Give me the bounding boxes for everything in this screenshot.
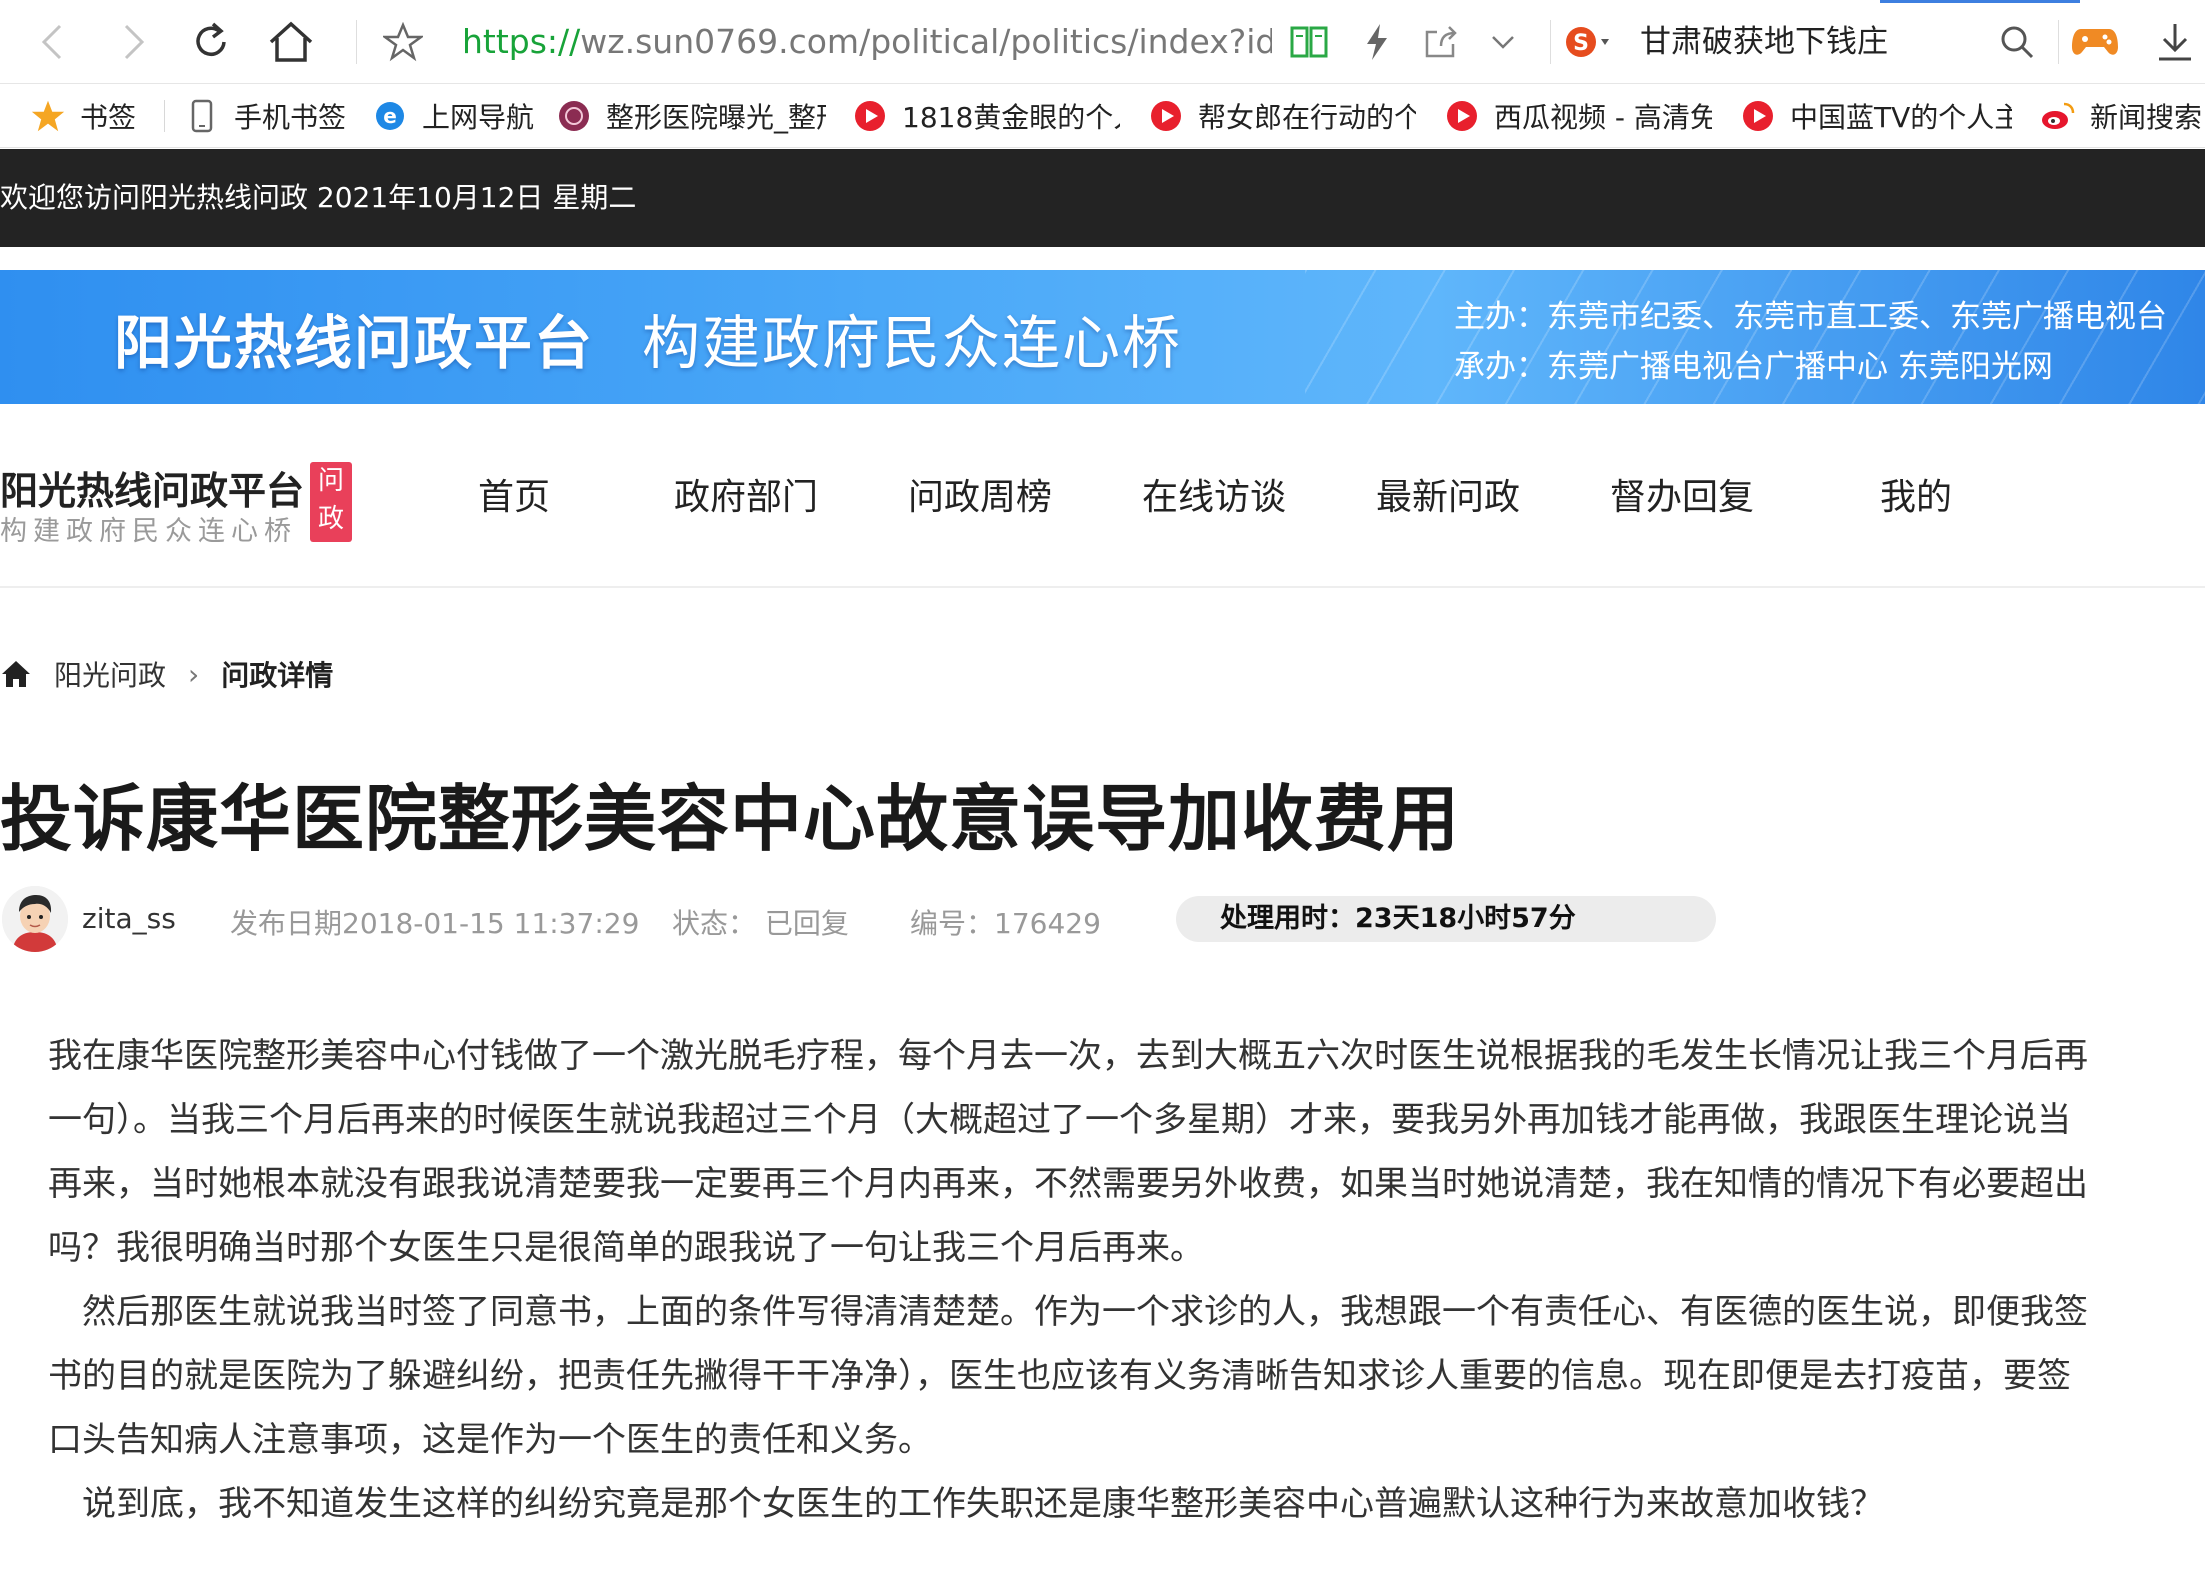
address-bar[interactable]: https://wz.sun0769.com/political/politic… [462,18,1272,66]
reader-mode-icon[interactable] [1284,17,1334,67]
video-play-icon [1444,98,1480,134]
breadcrumb-current: 问政详情 [221,659,334,692]
video-play-icon [1148,98,1184,134]
url-path: wz.sun0769.com/political/politics/index?… [580,22,1272,61]
header-banner: 阳光热线问政平台 构建政府民众连心桥 主办：东莞市纪委、东莞市直工委、东莞广播电视… [0,270,2205,404]
tab-accent-line [1880,0,2080,3]
video-play-icon [852,98,888,134]
post-content: 我在康华医院整形美容中心付钱做了一个激光脱毛疗程，每个月去一次，去到大概五六次时… [48,1024,2205,1536]
content-line: 说到底，我不知道发生这样的纠纷究竟是那个女医生的工作失职还是康华整形美容中心普遍… [48,1484,1884,1524]
nav-item-supervised-replies[interactable]: 督办回复 [1610,468,1754,520]
ie-icon: e [372,98,408,134]
author-name[interactable]: zita_ss [82,902,176,935]
bookmark-item[interactable]: 西瓜视频 - 高清免 [1444,84,1712,148]
chevron-right-icon: › [188,657,200,691]
site-logo-icon [556,98,592,134]
publish-date: 发布日期2018-01-15 11:37:29 [230,907,640,940]
weibo-icon [2040,98,2076,134]
bookmark-item[interactable]: 整形医院曝光_整形 [556,84,826,148]
content-line: 再来，当时她根本就没有跟我说清楚要我一定要再三个月内再来，不然需要另外收费，如果… [48,1164,2088,1204]
nav-item-home[interactable]: 首页 [478,468,550,520]
post-meta: zita_ss 发布日期2018-01-15 11:37:29 状态： 已回复 … [0,882,1800,956]
bookmark-divider [164,100,165,132]
site-logo-title[interactable]: 阳光热线问政平台 [0,460,304,515]
nav-item-latest[interactable]: 最新问政 [1376,468,1520,520]
bookmark-item[interactable]: 手机书签 [184,84,364,148]
url-scheme: https:// [462,22,581,61]
content-line: 口头告知病人注意事项，这是作为一个医生的责任和义务。 [48,1420,932,1460]
status-text: 状态： 已回复 [672,907,849,940]
content-line: 我在康华医院整形美容中心付钱做了一个激光脱毛疗程，每个月去一次，去到大概五六次时… [48,1036,2088,1076]
home-icon[interactable] [266,17,316,67]
lightning-icon[interactable] [1352,17,1402,67]
video-play-icon [1740,98,1776,134]
nav-item-online-interview[interactable]: 在线访谈 [1142,468,1286,520]
handling-time-badge: 处理用时：23天18小时57分 [1176,896,1716,942]
welcome-bar: 欢迎您访问阳光热线问政 2021年10月12日 星期二 [0,149,2205,247]
bookmark-item[interactable]: 中国蓝TV的个人主 [1740,84,2012,148]
content-line: 一句）。当我三个月后再来的时候医生就说我超过三个月（大概超过了一个多星期）才来，… [48,1100,2071,1140]
breadcrumb-root[interactable]: 阳光问政 [54,654,166,694]
post-number: 编号：176429 [910,907,1101,940]
phone-icon [184,98,220,134]
page-title: 投诉康华医院整形美容中心故意误导加收费用 [0,777,1461,861]
bookmark-item[interactable]: 新闻搜索 [2040,84,2205,148]
back-icon[interactable] [28,17,78,67]
content-line: 然后那医生就说我当时签了同意书，上面的条件写得清清楚楚。作为一个求诊的人，我想跟… [48,1292,2088,1332]
bookmark-item[interactable]: 书签 [30,84,160,148]
chevron-down-icon[interactable] [1478,17,1528,67]
star-icon [30,98,66,134]
svg-text:S: S [1573,31,1589,56]
bookmark-item[interactable]: e 上网导航 [372,84,552,148]
banner-sponsor: 主办：东莞市纪委、东莞市直工委、东莞广播电视台 [1454,299,2167,335]
logo-badge: 问 政 [310,462,352,542]
banner-organizer: 承办：东莞广播电视台广播中心 东莞阳光网 [1454,349,2053,385]
bookmark-item[interactable]: 帮女郎在行动的个 [1148,84,1416,148]
site-logo-slogan: 构建政府民众连心桥 [0,516,297,547]
search-input[interactable]: 甘肃破获地下钱庄 [1640,18,1888,66]
toolbar-divider [1550,20,1551,64]
search-engine-icon[interactable]: S [1562,17,1612,67]
banner-slogan: 构建政府民众连心桥 [642,309,1183,377]
home-icon[interactable] [0,657,34,691]
browser-toolbar: https://wz.sun0769.com/political/politic… [0,0,2205,84]
svg-text:e: e [383,104,397,128]
banner-title: 阳光热线问政平台 构建政府民众连心桥 [114,296,1182,380]
bookmark-star-icon[interactable] [378,17,428,67]
nav-item-mine[interactable]: 我的 [1880,468,1952,520]
nav-item-weekly-ranking[interactable]: 问政周榜 [908,468,1052,520]
bookmarks-bar: 书签 手机书签 e 上网导航 整形医院曝光_整形 1818黄金眼的个人 帮女郎在… [0,84,2205,148]
banner-platform-name: 阳光热线问政平台 [114,309,595,377]
breadcrumb: 阳光问政 › 问政详情 [0,652,333,696]
download-icon[interactable] [2150,17,2200,67]
avatar[interactable] [2,886,68,952]
banner-credits: 主办：东莞市纪委、东莞市直工委、东莞广播电视台 承办：东莞广播电视台广播中心 东… [1454,292,2167,392]
forward-icon[interactable] [108,17,158,67]
nav-item-government-departments[interactable]: 政府部门 [674,468,818,520]
search-icon[interactable] [1992,17,2042,67]
game-controller-icon[interactable] [2070,17,2120,67]
toolbar-divider [2058,20,2059,64]
toolbar-divider [356,20,357,64]
share-icon[interactable] [1416,17,1466,67]
bookmark-item[interactable]: 1818黄金眼的个人 [852,84,1120,148]
content-line: 吗？我很明确当时那个女医生只是很简单的跟我说了一句让我三个月后再来。 [48,1228,1204,1268]
content-line: 书的目的就是医院为了躲避纠纷，把责任先撇得干干净净），医生也应该有义务清晰告知求… [48,1356,2071,1396]
main-navigation: 阳光热线问政平台 构建政府民众连心桥 问 政 首页 政府部门 问政周榜 在线访谈… [0,404,2205,588]
refresh-icon[interactable] [186,17,236,67]
